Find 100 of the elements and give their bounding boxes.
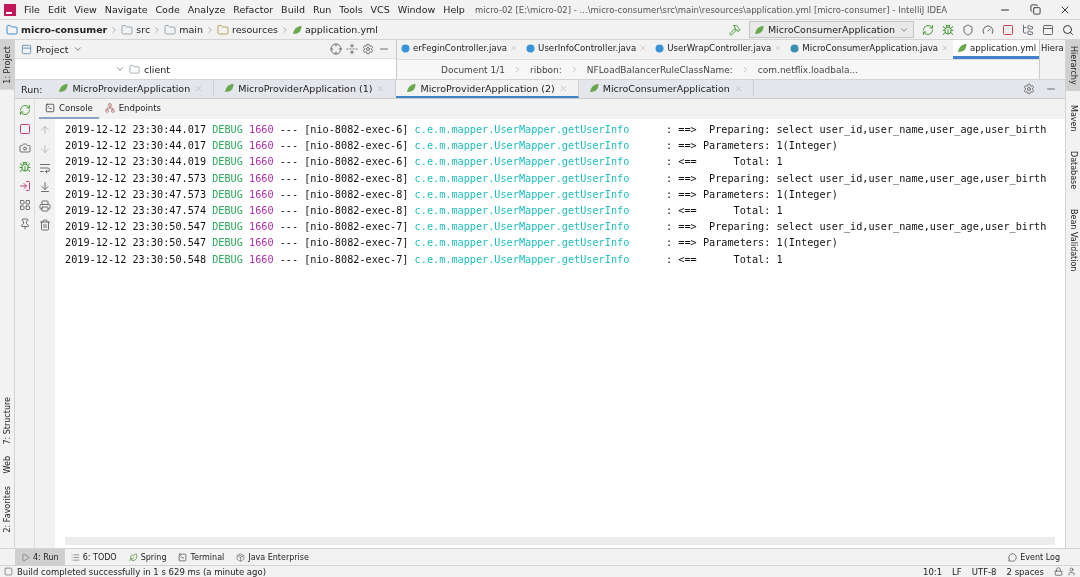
tool-window-tab[interactable]: Maven <box>1066 98 1080 138</box>
log-level: DEBUG <box>212 139 243 154</box>
bug-icon[interactable] <box>942 23 954 36</box>
menu-item[interactable]: Run <box>308 4 336 15</box>
breadcrumb-item[interactable]: micro-consumer <box>4 23 110 36</box>
menu-item[interactable]: Refactor <box>229 4 278 15</box>
editor-tab[interactable]: MicroConsumerApplication.java <box>786 40 954 59</box>
tool-window-tab[interactable]: Spring <box>122 549 173 565</box>
tool-window-tab[interactable]: 2: Favorites <box>0 479 14 538</box>
log-thread: [nio-8082-exec-8] <box>304 203 409 218</box>
shield-icon[interactable] <box>962 23 974 36</box>
menu-item[interactable]: VCS <box>366 4 394 15</box>
gauge-icon[interactable] <box>982 23 994 36</box>
trash-icon[interactable] <box>39 219 51 231</box>
breadcrumb-item[interactable]: ribbon: <box>530 64 562 75</box>
menu-item[interactable]: File <box>20 4 44 15</box>
settings-icon[interactable] <box>362 43 374 55</box>
tool-window-tab[interactable]: Terminal <box>172 549 231 565</box>
menu-item[interactable]: View <box>70 4 101 15</box>
menu-item[interactable]: Help <box>439 4 469 15</box>
log-level: DEBUG <box>212 171 243 186</box>
tool-window-tab[interactable]: 7: Structure <box>0 390 14 451</box>
panel-icon <box>21 43 32 55</box>
menu-item[interactable]: Navigate <box>100 4 152 15</box>
panel-title[interactable]: Project <box>36 43 69 55</box>
run-config-dropdown[interactable]: MicroConsumerApplication <box>748 21 914 38</box>
collapse-icon[interactable] <box>346 43 358 55</box>
tool-window-tab[interactable]: Web <box>0 450 14 480</box>
restore-icon[interactable] <box>1029 4 1041 15</box>
pin-icon[interactable] <box>18 218 31 230</box>
tool-window-tab[interactable]: Hierarchy <box>1066 40 1080 91</box>
log-thread: [nio-8082-exec-7] <box>304 236 409 251</box>
status-item[interactable]: UTF-8 <box>971 566 997 577</box>
log-separator: --- <box>279 171 299 186</box>
folder-tree-icon[interactable] <box>1022 23 1034 36</box>
log-pid: 1660 <box>249 220 274 235</box>
user-icon <box>1067 567 1076 576</box>
crosshair-icon[interactable] <box>330 43 342 55</box>
search-icon[interactable] <box>1062 23 1074 36</box>
network-icon <box>104 103 115 113</box>
log-logger: c.e.m.mapper.UserMapper.getUserInfo <box>414 252 631 267</box>
close-icon <box>639 44 648 52</box>
log-logger: c.e.m.mapper.UserMapper.getUserInfo <box>414 171 631 186</box>
status-item[interactable]: 2 spaces <box>1006 566 1044 577</box>
rerun-icon[interactable] <box>18 104 31 116</box>
editor-tab[interactable]: UserInfoController.java <box>522 40 652 59</box>
menu-item[interactable]: Code <box>151 4 184 15</box>
breadcrumb-item[interactable]: Document 1/1 <box>441 64 505 75</box>
scroll-end-icon[interactable] <box>39 181 51 193</box>
stop-icon[interactable] <box>18 123 31 135</box>
console-tab[interactable]: Endpoints <box>98 99 167 119</box>
camera-icon[interactable] <box>18 142 31 154</box>
breadcrumb-item[interactable]: main <box>162 23 205 36</box>
menu-item[interactable]: Build <box>277 4 309 15</box>
log-thread: [nio-8082-exec-6] <box>304 123 409 137</box>
layout-icon[interactable] <box>18 199 31 211</box>
window-icon[interactable] <box>1042 23 1054 36</box>
event-log-tab[interactable]: Event Log <box>1002 549 1066 565</box>
wrap-icon[interactable] <box>39 162 51 174</box>
menu-item[interactable]: Window <box>393 4 440 15</box>
run-tab[interactable]: MicroProviderApplication (2) <box>396 80 579 98</box>
log-pid: 1660 <box>249 236 274 251</box>
tool-window-tab[interactable]: Java Enterprise <box>230 549 315 565</box>
status-item[interactable]: 10:1 <box>923 566 943 577</box>
hammer-icon[interactable] <box>728 23 741 36</box>
breadcrumb-item[interactable]: NFLoadBalancerRuleClassName: <box>586 64 733 75</box>
log-separator: --- <box>279 236 299 251</box>
menu-item[interactable]: Edit <box>43 4 71 15</box>
breadcrumb-item[interactable]: src <box>119 23 153 36</box>
app-logo-icon <box>4 3 16 16</box>
run-tab[interactable]: MicroConsumerApplication <box>578 80 754 98</box>
leaf-file-icon <box>292 24 302 35</box>
tool-window-tab[interactable]: 6: TODO <box>64 549 123 565</box>
log-separator: --- <box>279 155 299 170</box>
tool-window-tab[interactable]: Database <box>1066 145 1080 196</box>
settings-icon[interactable] <box>1023 83 1035 95</box>
log-message: : ==> Preparing: select user_id,user_name,user_age,user_birth <box>666 123 1047 138</box>
tool-window-tab[interactable]: Bean Validation <box>1066 203 1080 278</box>
close-icon <box>733 83 743 93</box>
run-tab[interactable]: MicroProviderApplication <box>48 80 215 98</box>
caret-icon <box>72 44 83 54</box>
menu-item[interactable]: Tools <box>335 4 367 15</box>
tree-item[interactable]: client <box>144 63 171 75</box>
bug-icon[interactable] <box>18 161 31 173</box>
breadcrumb-item[interactable]: application.yml <box>290 24 380 35</box>
editor-tab[interactable]: application.yml <box>953 40 1041 59</box>
import-icon[interactable] <box>18 180 31 192</box>
tool-window-tab[interactable]: 1: Project <box>0 40 14 90</box>
rerun-icon[interactable] <box>922 23 934 36</box>
editor-tab[interactable]: erFeginController.java <box>397 40 523 59</box>
print-icon[interactable] <box>39 200 51 212</box>
stop-icon[interactable] <box>1002 23 1014 36</box>
menu-item[interactable]: Analyze <box>183 4 230 15</box>
breadcrumb-item[interactable]: com.netflix.loadbala... <box>757 64 859 75</box>
editor-tab[interactable]: UserWrapController.java <box>651 40 787 59</box>
tool-window-tab[interactable]: 4: Run <box>15 549 65 565</box>
breadcrumb-item[interactable]: resources <box>214 23 280 36</box>
status-item[interactable]: LF <box>952 566 962 577</box>
close-icon <box>558 83 568 93</box>
log-logger: c.e.m.mapper.UserMapper.getUserInfo <box>414 155 631 170</box>
